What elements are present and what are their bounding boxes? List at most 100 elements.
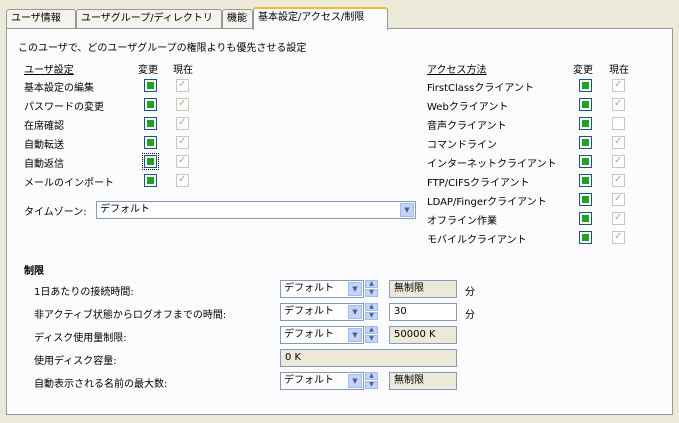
spin-up-icon[interactable]: ▲ (365, 372, 378, 380)
check-icon: ✓ (614, 212, 623, 223)
spin-up-icon[interactable]: ▲ (365, 326, 378, 334)
access-method-label: コマンドライン (427, 140, 497, 151)
limit-label: ディスク使用量制限: (34, 333, 127, 344)
limit-mode-value: デフォルト (284, 375, 334, 386)
limit-spinner[interactable]: ▲ ▼ (365, 372, 378, 390)
limit-mode-value: デフォルト (284, 329, 334, 340)
access-method-label: モバイルクライアント (427, 235, 527, 246)
limit-mode-select[interactable]: デフォルト ▼ (280, 326, 364, 344)
limit-spinner[interactable]: ▲ ▼ (365, 303, 378, 321)
user-setting-label: 自動返信 (24, 159, 64, 170)
chevron-down-icon: ▼ (400, 203, 414, 217)
check-icon: ✓ (614, 231, 623, 242)
access-change-checkbox[interactable] (579, 79, 592, 92)
chevron-down-icon: ▼ (348, 282, 362, 296)
user-current-header: 現在 (173, 65, 193, 76)
check-icon: ✓ (178, 117, 187, 128)
spin-up-icon[interactable]: ▲ (365, 303, 378, 311)
access-method-label: インターネットクライアント (427, 159, 557, 170)
access-method-label: FTP/CIFSクライアント (427, 178, 530, 189)
check-icon: ✓ (178, 155, 187, 166)
tab-user-group-directory[interactable]: ユーザグループ/ディレクトリ (76, 9, 222, 28)
spin-down-icon[interactable]: ▼ (365, 289, 378, 297)
limit-mode-select[interactable]: デフォルト ▼ (280, 372, 364, 390)
user-setting-current-checkbox: ✓ (176, 136, 189, 149)
limit-unit: 分 (465, 287, 475, 298)
check-icon: ✓ (178, 98, 187, 109)
access-method-label: LDAP/Fingerクライアント (427, 197, 547, 208)
intro-text: このユーザで、どのユーザグループの権限よりも優先させる設定 (18, 43, 307, 54)
user-setting-current-checkbox: ✓ (176, 155, 189, 168)
access-current-checkbox: ✓ (612, 155, 625, 168)
spin-down-icon[interactable]: ▼ (365, 381, 378, 389)
access-change-checkbox[interactable] (579, 136, 592, 149)
settings-panel: このユーザで、どのユーザグループの権限よりも優先させる設定 ユーザ設定 変更 現… (6, 28, 673, 415)
chevron-down-icon: ▼ (348, 328, 362, 342)
access-current-checkbox: ✓ (612, 231, 625, 244)
access-current-checkbox: ✓ (612, 136, 625, 149)
limit-mode-value: デフォルト (284, 306, 334, 317)
user-setting-label: 基本設定の編集 (24, 83, 94, 94)
tab-settings-access-limits[interactable]: 基本設定/アクセス/制限 (253, 7, 388, 30)
user-setting-label: 在席確認 (24, 121, 64, 132)
user-setting-change-checkbox[interactable] (144, 98, 157, 111)
check-icon: ✓ (178, 174, 187, 185)
access-method-label: FirstClassクライアント (427, 83, 534, 94)
limit-label: 非アクティブ状態からログオフまでの時間: (34, 310, 227, 321)
limit-value-field: 無制限 (389, 372, 457, 390)
limit-value-field[interactable]: 30 (389, 303, 457, 321)
user-setting-change-checkbox[interactable] (144, 117, 157, 130)
access-change-checkbox[interactable] (579, 98, 592, 111)
user-setting-change-checkbox[interactable] (144, 79, 157, 92)
user-setting-current-checkbox: ✓ (176, 98, 189, 111)
spin-up-icon[interactable]: ▲ (365, 280, 378, 288)
access-header: アクセス方法 (427, 65, 487, 76)
user-setting-label: パスワードの変更 (24, 102, 104, 113)
access-method-label: オフライン作業 (427, 216, 497, 227)
check-icon: ✓ (614, 193, 623, 204)
limit-unit: 分 (465, 310, 475, 321)
access-change-checkbox[interactable] (579, 155, 592, 168)
chevron-down-icon: ▼ (348, 374, 362, 388)
user-setting-current-checkbox: ✓ (176, 174, 189, 187)
user-settings-header: ユーザ設定 (24, 65, 74, 76)
tab-functions[interactable]: 機能 (222, 9, 253, 28)
limit-spinner[interactable]: ▲ ▼ (365, 326, 378, 344)
check-icon: ✓ (178, 136, 187, 147)
check-icon: ✓ (614, 174, 623, 185)
access-change-checkbox[interactable] (579, 174, 592, 187)
timezone-select[interactable]: デフォルト ▼ (96, 201, 416, 219)
limit-mode-select[interactable]: デフォルト ▼ (280, 303, 364, 321)
check-icon: ✓ (614, 98, 623, 109)
user-setting-current-checkbox: ✓ (176, 79, 189, 92)
access-current-checkbox: ✓ (612, 79, 625, 92)
tab-user-info[interactable]: ユーザ情報 (6, 9, 76, 28)
check-icon: ✓ (614, 136, 623, 147)
spin-down-icon[interactable]: ▼ (365, 312, 378, 320)
timezone-label: タイムゾーン: (24, 207, 87, 218)
access-change-checkbox[interactable] (579, 193, 592, 206)
limit-mode-select[interactable]: デフォルト ▼ (280, 280, 364, 298)
user-setting-label: メールのインポート (24, 178, 114, 189)
access-current-header: 現在 (609, 65, 629, 76)
check-icon: ✓ (614, 155, 623, 166)
access-current-checkbox: ✓ (612, 212, 625, 225)
disk-usage-field: 0 K (280, 349, 457, 367)
limit-label: 使用ディスク容量: (34, 356, 117, 367)
limit-value-field: 無制限 (389, 280, 457, 298)
access-change-checkbox[interactable] (579, 231, 592, 244)
user-setting-label: 自動転送 (24, 140, 64, 151)
user-setting-change-checkbox[interactable] (144, 136, 157, 149)
user-setting-change-checkbox[interactable] (142, 153, 159, 170)
access-change-checkbox[interactable] (579, 212, 592, 225)
check-icon: ✓ (178, 79, 187, 90)
spin-down-icon[interactable]: ▼ (365, 335, 378, 343)
user-setting-change-checkbox[interactable] (144, 174, 157, 187)
access-change-checkbox[interactable] (579, 117, 592, 130)
limit-spinner[interactable]: ▲ ▼ (365, 280, 378, 298)
access-current-checkbox: ✓ (612, 98, 625, 111)
limit-label: 1日あたりの接続時間: (34, 287, 134, 298)
check-icon: ✓ (614, 79, 623, 90)
access-change-header: 変更 (573, 65, 593, 76)
access-method-label: Webクライアント (427, 102, 509, 113)
